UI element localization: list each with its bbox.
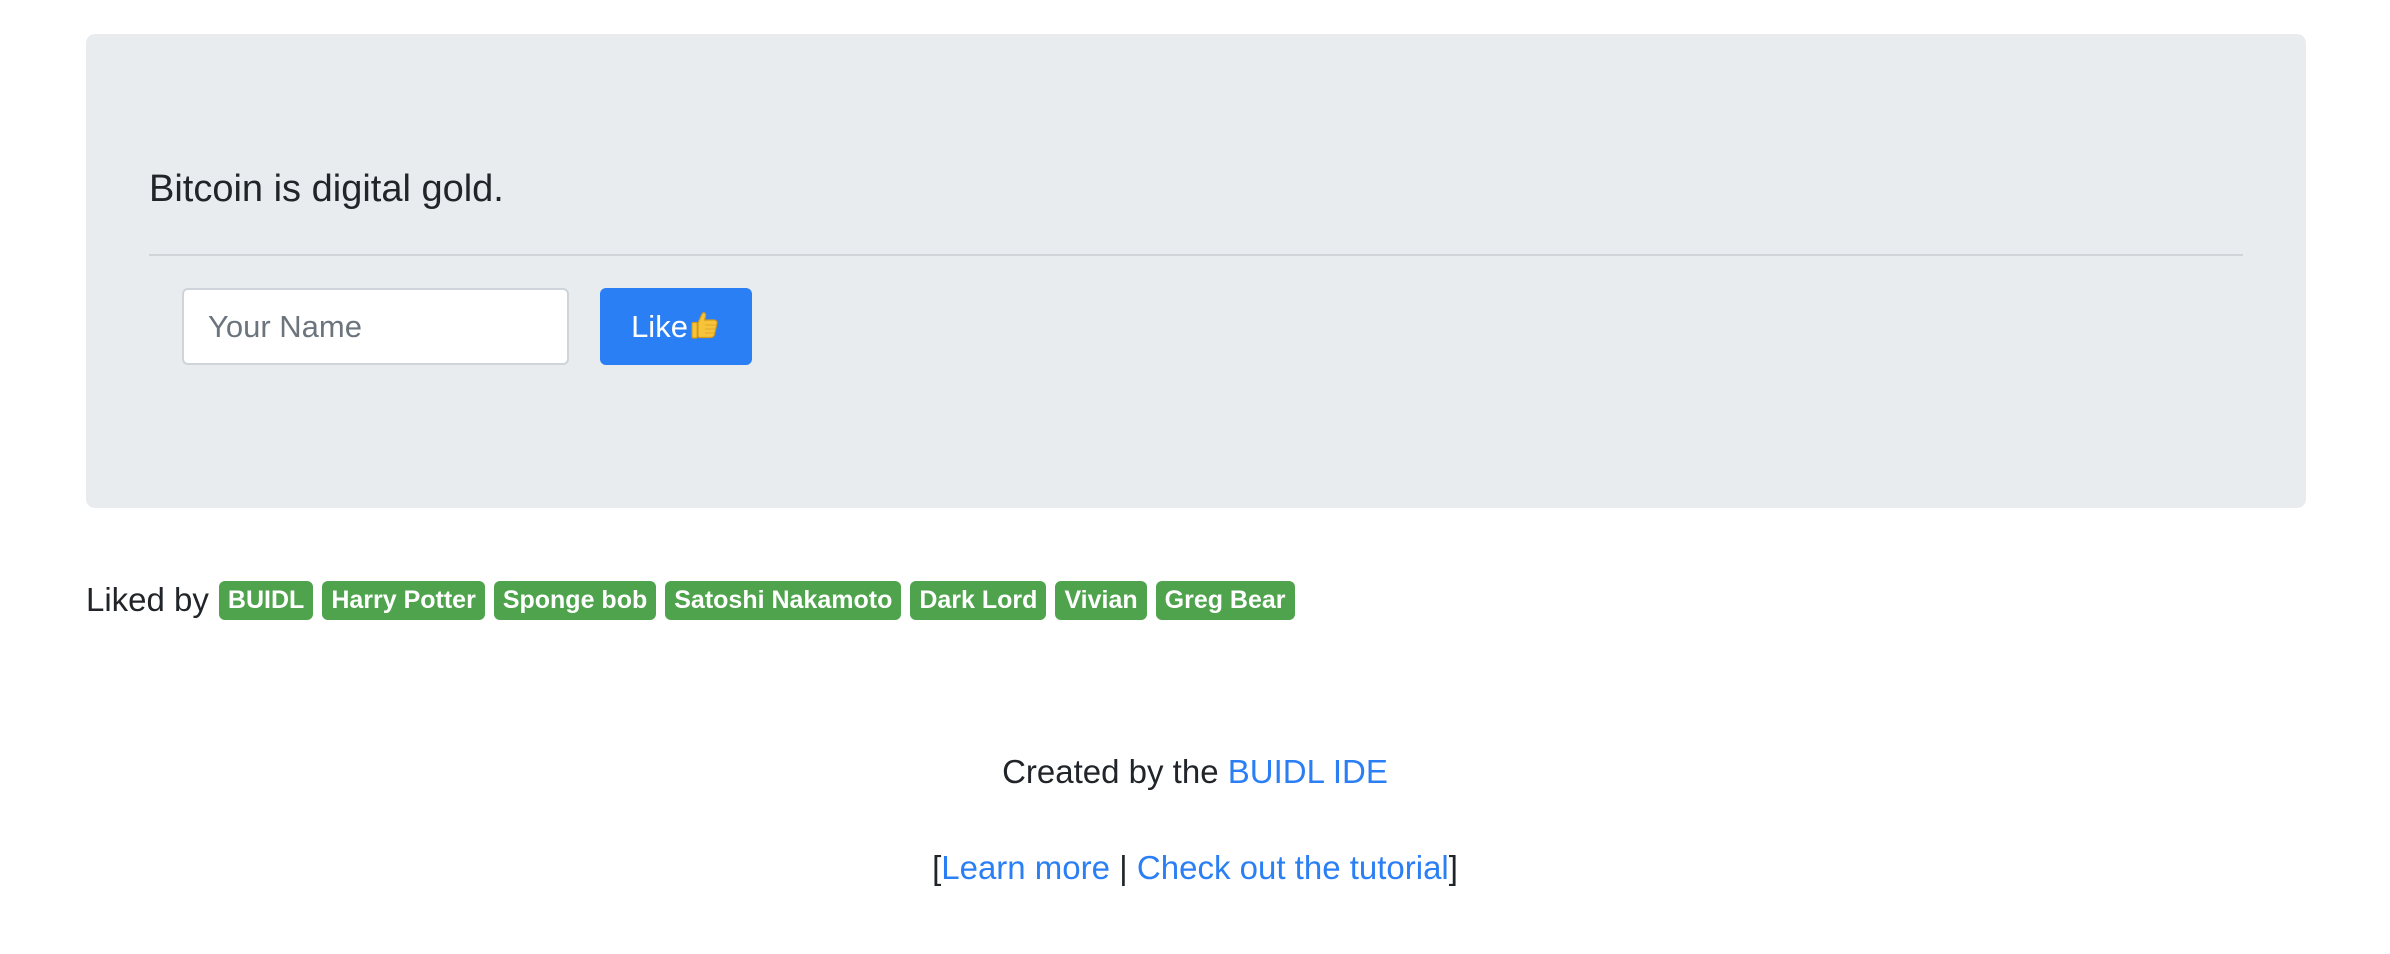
liker-badge: BUIDL xyxy=(218,580,314,620)
liker-badge: Sponge bob xyxy=(493,580,657,620)
thumbs-up-icon xyxy=(689,309,721,341)
tutorial-link[interactable]: Check out the tutorial xyxy=(1137,849,1449,886)
link-separator: | xyxy=(1110,849,1137,886)
liker-badge: Satoshi Nakamoto xyxy=(665,580,902,620)
liker-badge: Vivian xyxy=(1055,580,1147,620)
liker-badge: Harry Potter xyxy=(322,580,485,620)
buidl-ide-link[interactable]: BUIDL IDE xyxy=(1228,753,1388,790)
footer-links: [Learn more | Check out the tutorial] xyxy=(0,851,2390,884)
jumbotron: Bitcoin is digital gold. Like xyxy=(86,34,2306,508)
like-button[interactable]: Like xyxy=(600,288,752,365)
divider xyxy=(149,254,2243,256)
like-button-label: Like xyxy=(631,308,688,344)
footer-credit: Created by the BUIDL IDE xyxy=(0,755,2390,788)
name-input[interactable] xyxy=(182,288,569,365)
quote-text: Bitcoin is digital gold. xyxy=(149,168,504,210)
bracket-close: ] xyxy=(1448,849,1458,886)
liked-by-label: Liked by xyxy=(86,581,209,618)
credit-prefix: Created by the xyxy=(1002,753,1228,790)
liker-badge: Greg Bear xyxy=(1155,580,1295,620)
learn-more-link[interactable]: Learn more xyxy=(941,849,1110,886)
liked-by-row: Liked by BUIDL Harry Potter Sponge bob S… xyxy=(86,580,1304,620)
liker-badge: Dark Lord xyxy=(910,580,1047,620)
bracket-open: [ xyxy=(932,849,942,886)
